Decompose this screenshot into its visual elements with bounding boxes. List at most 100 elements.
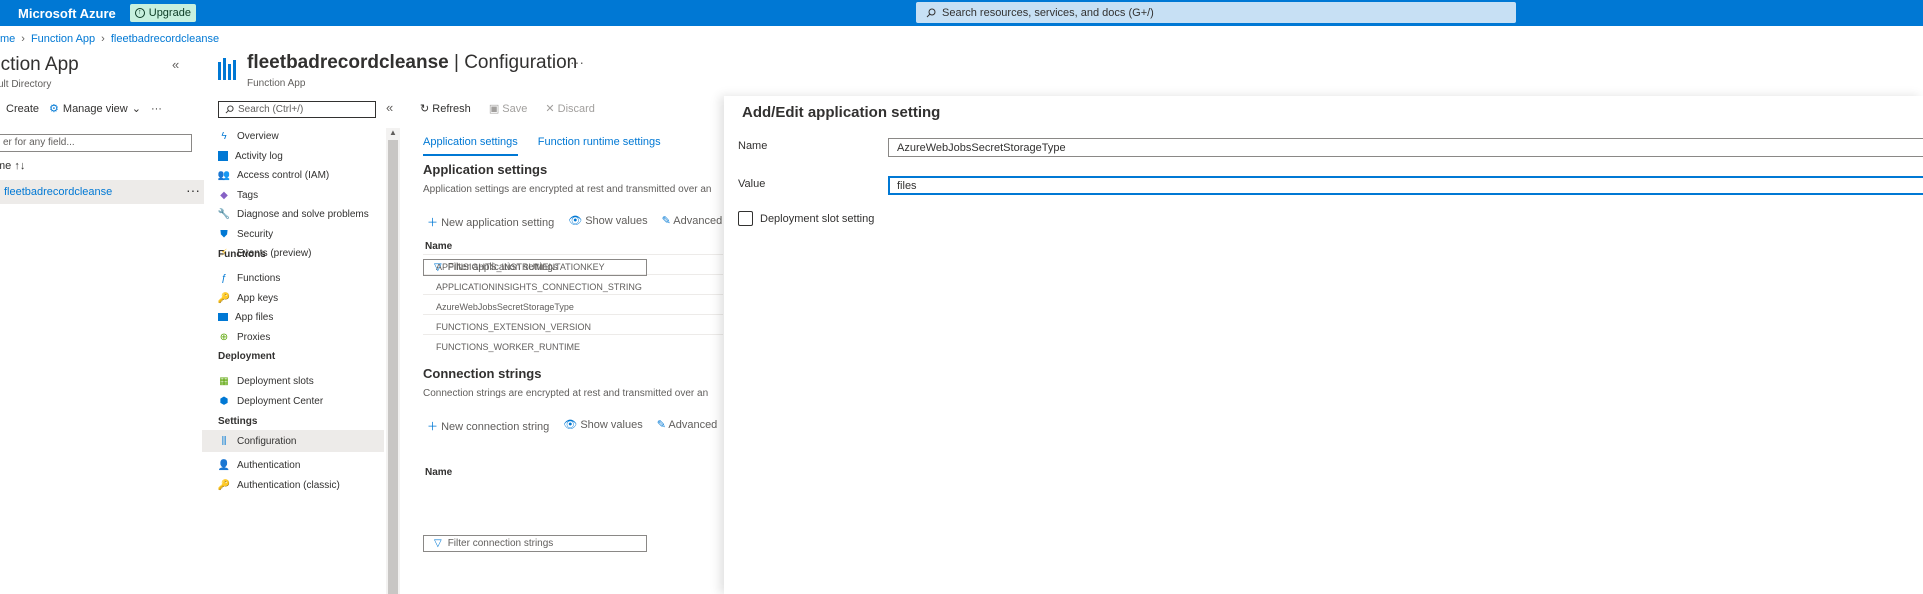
nav-section-functions: Functions [218,249,266,260]
menu-scrollbar[interactable]: ▲ [386,128,400,594]
collapse-icon[interactable]: « [386,100,393,115]
resource-type: Function App [247,78,306,89]
advanced-edit-label: Advanced [673,215,723,227]
more-icon[interactable]: ··· [186,182,200,198]
setting-name[interactable]: APPLICATIONINSIGHTS_CONNECTION_STRING [436,282,642,292]
chevron-right-icon: › [101,33,105,45]
nav-item-diagnose[interactable]: 🔧 Diagnose and solve problems [202,203,384,225]
nav-section-deployment: Deployment [218,351,276,362]
nav-item-label: Deployment slots [237,375,314,387]
app-settings-name-column[interactable]: Name [425,241,452,252]
more-icon[interactable]: ··· [570,54,584,70]
refresh-button[interactable]: ↻ Refresh [420,102,471,115]
upgrade-button[interactable]: ↑ Upgrade [129,4,196,22]
breadcrumb-function-app[interactable]: Function App [31,33,95,45]
resource-list-toolbar: Create ⚙ Manage view ⌄ ··· [0,102,162,116]
upgrade-label: Upgrade [148,7,191,19]
configuration-content: ↻ Refresh ▣ Save ✕ Discard Application s… [410,96,724,594]
nav-item-label: Activity log [235,150,283,162]
nav-item-access-control[interactable]: 👥 Access control (IAM) [202,164,384,186]
search-icon [926,8,936,17]
nav-item-deployment-slots[interactable]: ▦ Deployment slots [202,370,384,392]
new-app-setting-button[interactable]: ＋ New application setting [427,214,554,230]
app-settings-toolbar: ＋ New application setting 👁 Show values … [427,214,722,230]
nav-item-label: App keys [237,292,279,304]
activity-log-icon [218,151,228,161]
advanced-edit-button[interactable]: ✎ Advanced [662,214,723,230]
deployment-center-icon: ⬢ [219,395,229,407]
scrollbar-thumb[interactable] [388,140,398,594]
nav-item-authentication-classic[interactable]: 🔑 Authentication (classic) [202,474,384,496]
blade-title: Add/Edit application setting [742,104,941,121]
overview-icon: ϟ [221,130,227,142]
scroll-up-icon[interactable]: ▲ [389,128,397,137]
nav-item-label: Access control (IAM) [237,169,330,181]
nav-item-label: Authentication [237,459,301,471]
advanced-edit-button[interactable]: ✎ Advanced [657,418,718,434]
more-icon[interactable]: ··· [151,103,162,115]
tab-function-runtime-settings[interactable]: Function runtime settings [538,136,661,156]
save-button[interactable]: ▣ Save [489,102,528,115]
resource-list-subtitle: ult Directory [0,79,52,90]
breadcrumb: me › Function App › fleetbadrecordcleans… [0,33,219,45]
nav-item-proxies[interactable]: ⊕ Proxies [202,326,384,348]
new-app-setting-label: New application setting [441,217,555,229]
plus-icon: ＋ [427,421,438,433]
resource-filter-input[interactable]: er for any field... [0,134,192,152]
breadcrumb-home[interactable]: me [0,33,15,45]
nav-item-label: Functions [237,272,281,284]
deployment-slot-label: Deployment slot setting [760,212,875,225]
wrench-icon: 🔧 [217,208,231,220]
nav-item-functions[interactable]: ƒ Functions [202,267,384,289]
nav-item-deployment-center[interactable]: ⬢ Deployment Center [202,390,384,412]
manage-view-label: Manage view [62,102,128,115]
app-settings-filter-input[interactable]: ▽ Filter application settings [423,259,647,276]
global-search-input[interactable]: Search resources, services, and docs (G+… [916,2,1516,23]
setting-name-field[interactable] [888,138,1923,157]
connection-strings-title: Connection strings [423,366,542,381]
nav-item-overview[interactable]: ϟ Overview [202,125,384,147]
connection-strings-name-column[interactable]: Name [425,467,452,478]
name-sort-header[interactable]: me ↑↓ [0,160,25,172]
function-icon: ƒ [221,272,227,284]
menu-search-input[interactable]: Search (Ctrl+/) [218,101,376,118]
chevron-down-icon: ⌄ [131,103,141,115]
tab-application-settings[interactable]: Application settings [423,136,518,156]
table-row[interactable]: FUNCTIONS_WORKER_RUNTIME [423,334,723,358]
setting-value-field[interactable] [888,176,1923,195]
resource-list-panel: nction App « ult Directory Create ⚙ Mana… [0,46,204,594]
nav-item-label: Overview [237,130,279,142]
deployment-slot-setting[interactable]: Deployment slot setting [738,211,874,226]
create-button[interactable]: Create [6,103,39,115]
setting-name[interactable]: AzureWebJobsSecretStorageType [436,302,574,312]
nav-item-app-files[interactable]: App files [202,306,384,328]
name-label: Name [738,140,768,152]
nav-item-label: Configuration [237,435,297,447]
breadcrumb-resource[interactable]: fleetbadrecordcleanse [111,33,219,45]
list-item[interactable]: fleetbadrecordcleanse ··· [0,180,204,204]
nav-item-authentication[interactable]: 👤 Authentication [202,454,384,476]
show-values-button[interactable]: 👁 Show values [563,418,642,434]
gear-icon: ⚙ [49,103,59,115]
brand-label[interactable]: Microsoft Azure [18,6,116,21]
eye-icon: 👁 [568,215,583,227]
manage-view-button[interactable]: ⚙ Manage view ⌄ [49,102,141,116]
setting-name[interactable]: FUNCTIONS_WORKER_RUNTIME [436,342,580,352]
new-connection-string-button[interactable]: ＋ New connection string [427,418,549,434]
deployment-slot-checkbox[interactable] [738,211,753,226]
setting-name[interactable]: FUNCTIONS_EXTENSION_VERSION [436,322,591,332]
search-icon [225,105,234,114]
nav-item-label: Tags [237,189,259,201]
show-values-label: Show values [580,419,643,431]
connection-strings-filter-input[interactable]: ▽ Filter connection strings [423,535,647,552]
page-title: fleetbadrecordcleanse | Configuration [247,52,577,74]
global-search-placeholder: Search resources, services, and docs (G+… [942,6,1154,19]
page-name: Configuration [464,52,578,73]
discard-button[interactable]: ✕ Discard [545,102,595,115]
resource-link[interactable]: fleetbadrecordcleanse [4,186,112,198]
eye-icon: 👁 [563,419,578,431]
show-values-button[interactable]: 👁 Show values [568,214,647,230]
collapse-icon[interactable]: « [172,57,179,72]
filter-icon: ▽ [434,262,442,273]
nav-item-configuration[interactable]: ⫼ Configuration [202,430,384,452]
